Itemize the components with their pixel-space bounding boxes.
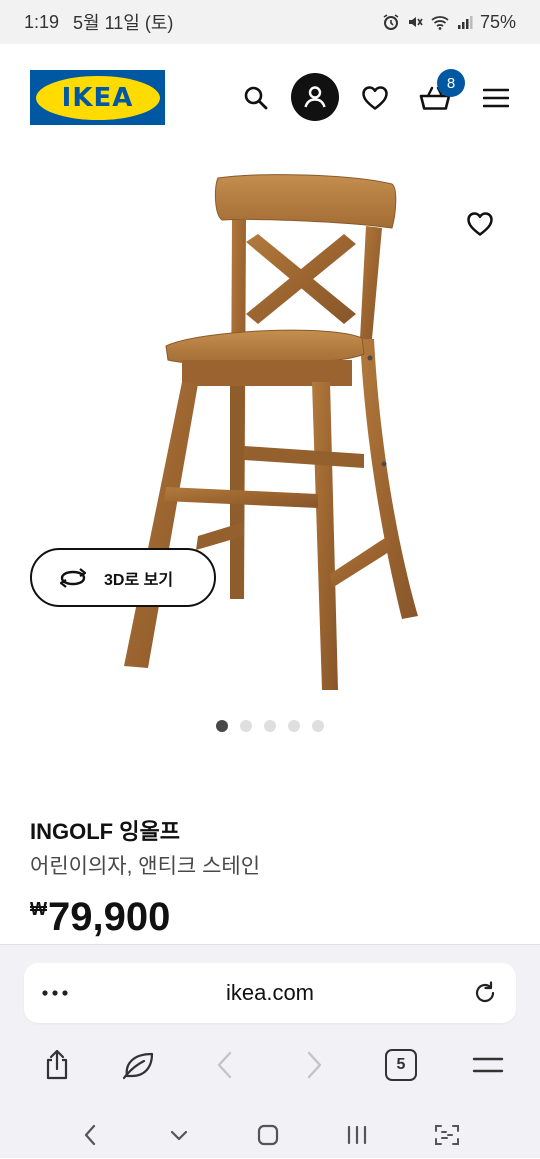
heart-icon bbox=[467, 212, 493, 236]
status-icons: 75% bbox=[382, 12, 516, 33]
reload-icon bbox=[475, 981, 495, 1003]
wifi-icon bbox=[431, 16, 449, 30]
carousel-dot[interactable] bbox=[216, 720, 228, 732]
carousel-dot[interactable] bbox=[264, 720, 276, 732]
product-price: ₩ 79,900 bbox=[30, 893, 170, 941]
share-button[interactable] bbox=[35, 1043, 79, 1087]
back-button[interactable] bbox=[203, 1043, 247, 1087]
status-bar: 1:19 5월 11일 (토) 75% bbox=[0, 0, 540, 44]
signal-icon bbox=[457, 16, 473, 29]
logo-oval: IKEA bbox=[35, 75, 160, 120]
account-button[interactable] bbox=[291, 73, 339, 121]
product-image[interactable] bbox=[0, 154, 540, 714]
back-icon bbox=[217, 1051, 232, 1079]
price-currency: ₩ bbox=[30, 899, 47, 919]
back-icon bbox=[84, 1124, 96, 1146]
product-name[interactable]: INGOLF 잉올프 bbox=[30, 814, 180, 846]
browser-toolbar: ikea.com 5 bbox=[0, 944, 540, 1158]
product-description: 어린이의자, 앤티크 스테인 bbox=[30, 855, 261, 878]
cart-count-badge: 8 bbox=[437, 69, 465, 97]
status-time: 1:19 bbox=[24, 11, 60, 32]
tabs-button[interactable]: 5 bbox=[379, 1043, 423, 1087]
hamburger-icon bbox=[472, 1057, 504, 1073]
price-amount: 79,900 bbox=[48, 895, 171, 939]
capture-icon bbox=[435, 1125, 459, 1145]
status-date: 5월 11일 (토) bbox=[73, 13, 174, 33]
reload-button[interactable] bbox=[472, 980, 498, 1006]
ikea-logo[interactable]: IKEA bbox=[30, 70, 165, 125]
menu-icon bbox=[483, 88, 509, 108]
battery-level: 75% bbox=[479, 11, 516, 32]
system-back-button[interactable] bbox=[72, 1117, 108, 1153]
alarm-icon bbox=[383, 14, 399, 30]
system-nav-bar bbox=[0, 1109, 540, 1159]
tab-count: 5 bbox=[385, 1049, 417, 1081]
search-button[interactable] bbox=[236, 78, 276, 118]
rotate-3d-icon bbox=[59, 567, 87, 588]
wishlist-button[interactable] bbox=[355, 78, 395, 118]
site-header: IKEA 8 bbox=[0, 44, 540, 154]
more-icon bbox=[42, 990, 68, 996]
carousel-dots bbox=[0, 720, 540, 732]
carousel-dot[interactable] bbox=[312, 720, 324, 732]
home-icon bbox=[257, 1124, 279, 1146]
view-3d-label: 3D로 보기 bbox=[104, 571, 174, 589]
system-home-button[interactable] bbox=[250, 1117, 286, 1153]
more-options-button[interactable] bbox=[40, 981, 70, 1005]
browser-menu-button[interactable] bbox=[466, 1043, 510, 1087]
carousel-dot[interactable] bbox=[240, 720, 252, 732]
system-capture-button[interactable] bbox=[429, 1117, 465, 1153]
forward-button[interactable] bbox=[292, 1043, 336, 1087]
view-3d-button[interactable]: 3D로 보기 bbox=[30, 548, 216, 607]
carousel-dot[interactable] bbox=[288, 720, 300, 732]
forward-icon bbox=[307, 1051, 322, 1079]
leaf-icon bbox=[122, 1052, 154, 1080]
search-icon bbox=[244, 86, 268, 110]
account-icon bbox=[304, 86, 326, 108]
url-text: ikea.com bbox=[225, 980, 315, 1005]
menu-button[interactable] bbox=[476, 78, 516, 118]
system-recents-button[interactable] bbox=[339, 1117, 375, 1153]
system-hide-keyboard-button[interactable] bbox=[161, 1117, 197, 1153]
chair-illustration bbox=[124, 174, 418, 690]
leaf-button[interactable] bbox=[116, 1043, 160, 1087]
recents-icon bbox=[347, 1125, 367, 1145]
address-bar[interactable]: ikea.com bbox=[24, 963, 516, 1023]
heart-icon bbox=[362, 86, 388, 110]
browser-tools: 5 bbox=[0, 1043, 540, 1087]
add-to-wishlist-button[interactable] bbox=[460, 204, 500, 244]
logo-text: IKEA bbox=[61, 82, 134, 113]
share-icon bbox=[46, 1049, 68, 1080]
chevron-down-icon bbox=[170, 1130, 188, 1141]
mute-icon bbox=[408, 17, 423, 27]
